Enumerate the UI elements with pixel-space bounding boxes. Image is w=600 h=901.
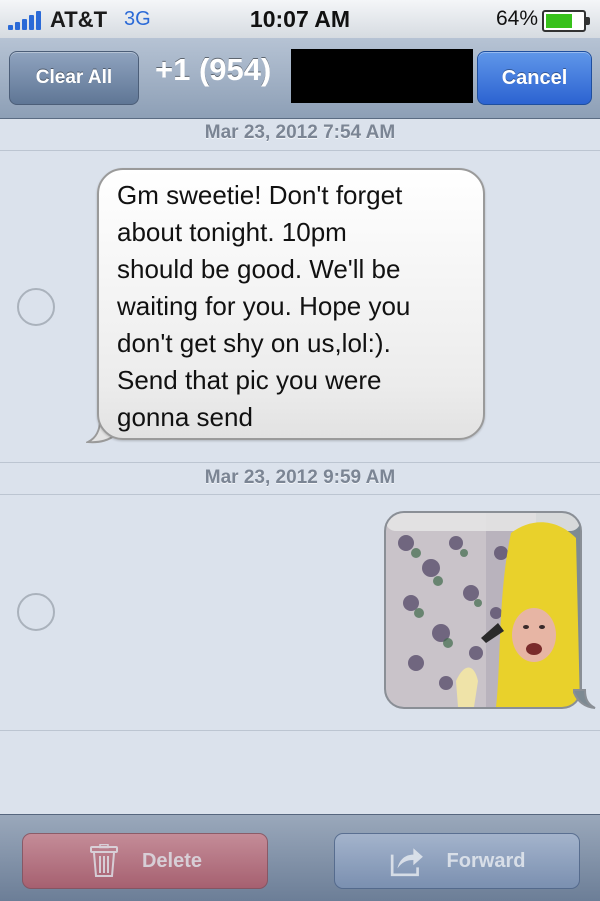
select-message-checkbox[interactable] (17, 288, 55, 326)
message-line: should be good. We'll be (117, 254, 401, 284)
photo-image (386, 513, 580, 707)
bubble-tail (573, 689, 596, 709)
select-message-checkbox[interactable] (17, 593, 55, 631)
forward-arrow-icon (390, 848, 423, 877)
message-line: waiting for you. Hope you (117, 291, 411, 321)
divider (0, 150, 600, 151)
bottom-toolbar: Delete Forward (0, 814, 600, 901)
trash-icon (89, 844, 118, 877)
status-bar: AT&T 3G 10:07 AM 64% (0, 0, 600, 38)
forward-label: Forward (446, 849, 526, 872)
forward-button[interactable]: Forward (334, 833, 580, 889)
message-line: Gm sweetie! Don't forget (117, 180, 403, 210)
contact-title: +1 (954) (155, 52, 272, 87)
clear-all-button[interactable]: Clear All (9, 51, 139, 105)
delete-label: Delete (141, 849, 203, 872)
message-line: Send that pic you were (117, 365, 382, 395)
message-timestamp: Mar 23, 2012 9:59 AM (204, 467, 396, 488)
message-line: don't get shy on us,lol:). (117, 328, 391, 358)
divider (0, 494, 600, 495)
divider (0, 462, 600, 463)
cancel-button[interactable]: Cancel (477, 51, 592, 105)
divider (0, 730, 600, 731)
message-line: gonna send (117, 402, 253, 432)
redaction-block (291, 49, 473, 103)
photo-message[interactable] (384, 511, 582, 709)
battery-fill (546, 14, 572, 28)
message-timestamp: Mar 23, 2012 7:54 AM (204, 122, 396, 143)
message-line: about tonight. 10pm (117, 217, 347, 247)
nav-bar: Clear All +1 (954) Cancel (0, 38, 600, 119)
delete-button[interactable]: Delete (22, 833, 268, 889)
battery-icon (542, 10, 590, 32)
battery-percent: 64% (495, 7, 538, 30)
message-bubble[interactable]: Gm sweetie! Don't forget about tonight. … (97, 168, 485, 440)
